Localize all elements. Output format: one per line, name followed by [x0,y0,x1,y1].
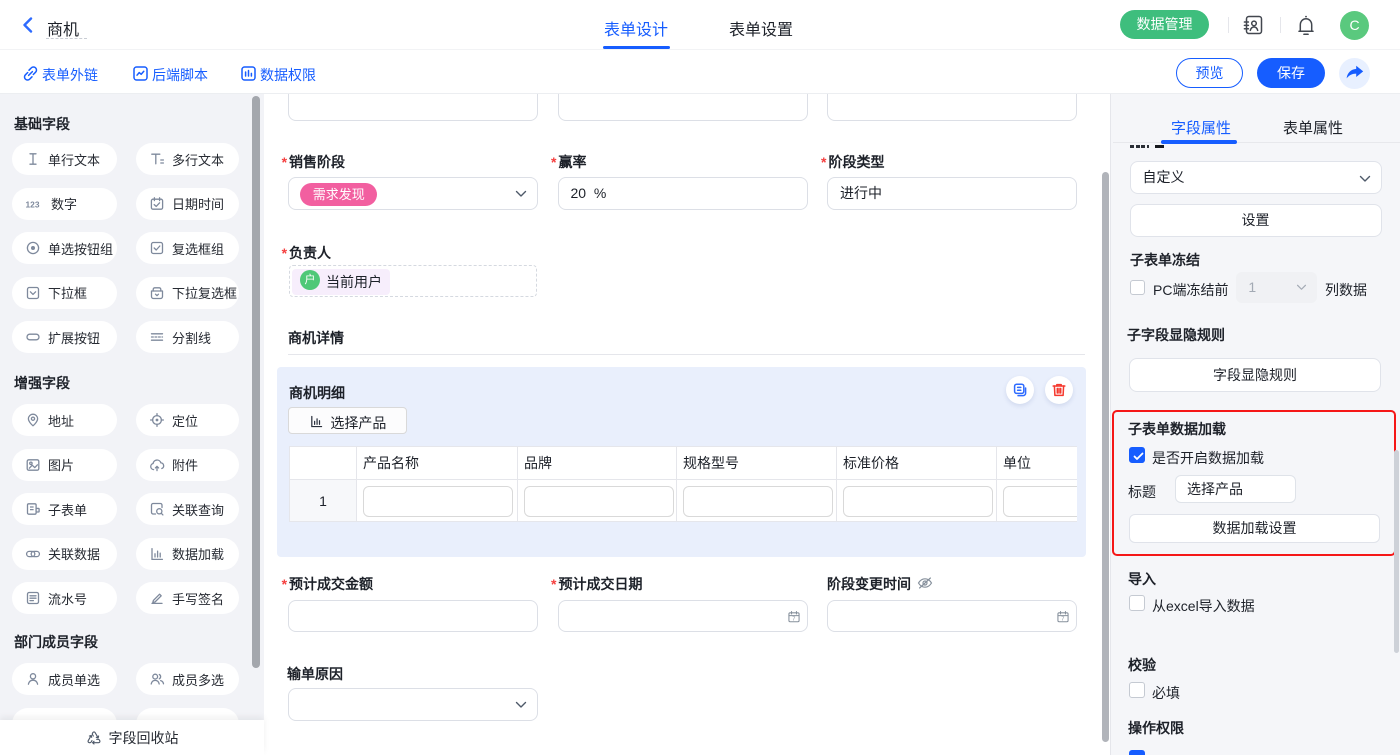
svg-text:7: 7 [792,616,795,622]
svg-text:7: 7 [1061,616,1064,622]
svg-text:123: 123 [26,199,40,209]
